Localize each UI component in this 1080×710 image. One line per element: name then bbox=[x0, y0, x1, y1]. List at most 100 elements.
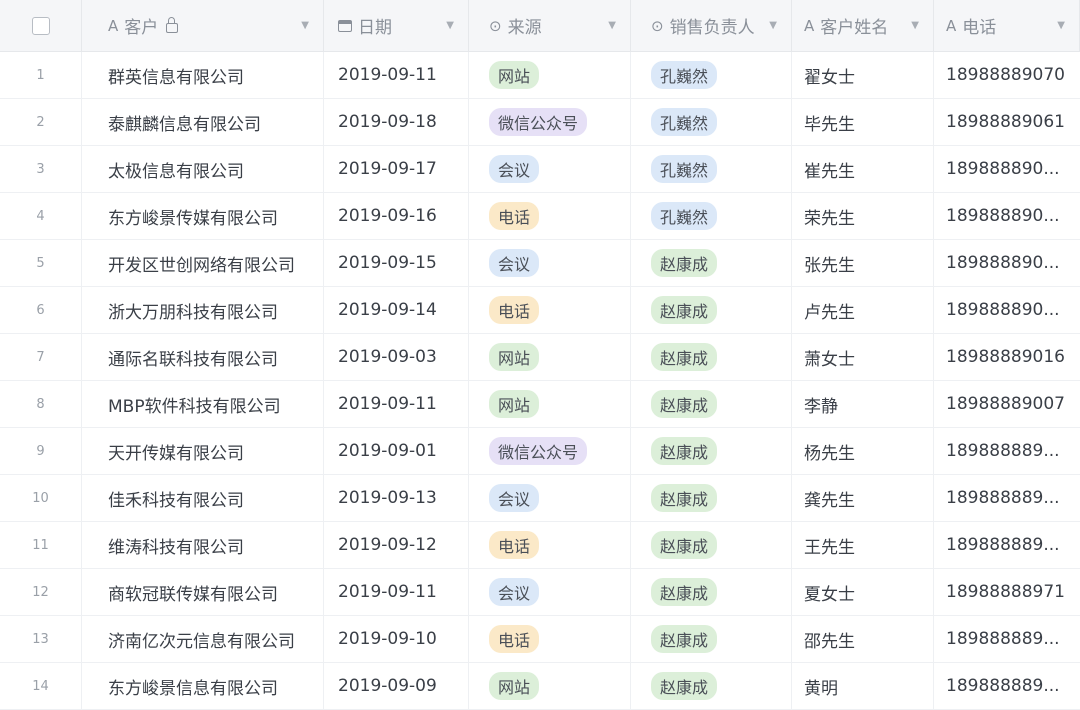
cell-phone[interactable]: 18988889061 bbox=[934, 99, 1080, 145]
cell-phone[interactable]: 189888890... bbox=[934, 193, 1080, 239]
cell-customer-name[interactable]: 邵先生 bbox=[792, 616, 934, 662]
cell-phone[interactable]: 18988888971 bbox=[934, 569, 1080, 615]
cell-customer[interactable]: 太极信息有限公司 bbox=[82, 146, 324, 192]
cell-customer-name[interactable]: 夏女士 bbox=[792, 569, 934, 615]
cell-source[interactable]: 微信公众号 bbox=[469, 99, 631, 145]
cell-customer[interactable]: 佳禾科技有限公司 bbox=[82, 475, 324, 521]
cell-customer-name[interactable]: 荣先生 bbox=[792, 193, 934, 239]
row-number[interactable]: 9 bbox=[0, 428, 82, 474]
column-header-customer[interactable]: A 客户 ▼ bbox=[82, 0, 324, 51]
cell-source[interactable]: 网站 bbox=[469, 381, 631, 427]
cell-date[interactable]: 2019-09-16 bbox=[324, 193, 469, 239]
cell-owner[interactable]: 赵康成 bbox=[631, 663, 792, 709]
chevron-down-icon[interactable]: ▼ bbox=[911, 20, 919, 31]
cell-customer-name[interactable]: 杨先生 bbox=[792, 428, 934, 474]
cell-source[interactable]: 会议 bbox=[469, 569, 631, 615]
cell-phone[interactable]: 189888890... bbox=[934, 146, 1080, 192]
cell-source[interactable]: 网站 bbox=[469, 334, 631, 380]
cell-customer-name[interactable]: 黄明 bbox=[792, 663, 934, 709]
cell-owner[interactable]: 赵康成 bbox=[631, 428, 792, 474]
cell-customer-name[interactable]: 萧女士 bbox=[792, 334, 934, 380]
column-header-date[interactable]: 日期 ▼ bbox=[324, 0, 469, 51]
cell-phone[interactable]: 189888889... bbox=[934, 475, 1080, 521]
cell-owner[interactable]: 赵康成 bbox=[631, 334, 792, 380]
cell-date[interactable]: 2019-09-12 bbox=[324, 522, 469, 568]
cell-owner[interactable]: 赵康成 bbox=[631, 240, 792, 286]
cell-customer-name[interactable]: 王先生 bbox=[792, 522, 934, 568]
cell-owner[interactable]: 赵康成 bbox=[631, 475, 792, 521]
row-number[interactable]: 5 bbox=[0, 240, 82, 286]
table-row[interactable]: 5 开发区世创网络有限公司 2019-09-15 会议 赵康成 张先生 1898… bbox=[0, 240, 1080, 287]
cell-customer[interactable]: 泰麒麟信息有限公司 bbox=[82, 99, 324, 145]
cell-date[interactable]: 2019-09-11 bbox=[324, 381, 469, 427]
cell-date[interactable]: 2019-09-14 bbox=[324, 287, 469, 333]
cell-customer[interactable]: 东方峻景传媒有限公司 bbox=[82, 193, 324, 239]
cell-phone[interactable]: 189888890... bbox=[934, 287, 1080, 333]
row-number[interactable]: 6 bbox=[0, 287, 82, 333]
cell-source[interactable]: 会议 bbox=[469, 146, 631, 192]
table-row[interactable]: 6 浙大万朋科技有限公司 2019-09-14 电话 赵康成 卢先生 18988… bbox=[0, 287, 1080, 334]
row-number[interactable]: 2 bbox=[0, 99, 82, 145]
cell-source[interactable]: 电话 bbox=[469, 522, 631, 568]
row-number[interactable]: 14 bbox=[0, 663, 82, 709]
table-row[interactable]: 13 济南亿次元信息有限公司 2019-09-10 电话 赵康成 邵先生 189… bbox=[0, 616, 1080, 663]
cell-customer-name[interactable]: 张先生 bbox=[792, 240, 934, 286]
cell-customer[interactable]: 维涛科技有限公司 bbox=[82, 522, 324, 568]
chevron-down-icon[interactable]: ▼ bbox=[301, 20, 309, 31]
cell-date[interactable]: 2019-09-11 bbox=[324, 52, 469, 98]
cell-date[interactable]: 2019-09-09 bbox=[324, 663, 469, 709]
cell-customer-name[interactable]: 翟女士 bbox=[792, 52, 934, 98]
cell-owner[interactable]: 孔巍然 bbox=[631, 52, 792, 98]
cell-phone[interactable]: 18988889007 bbox=[934, 381, 1080, 427]
cell-customer[interactable]: 通际名联科技有限公司 bbox=[82, 334, 324, 380]
cell-date[interactable]: 2019-09-01 bbox=[324, 428, 469, 474]
cell-source[interactable]: 网站 bbox=[469, 663, 631, 709]
cell-date[interactable]: 2019-09-18 bbox=[324, 99, 469, 145]
row-number[interactable]: 10 bbox=[0, 475, 82, 521]
table-row[interactable]: 14 东方峻景信息有限公司 2019-09-09 网站 赵康成 黄明 18988… bbox=[0, 663, 1080, 710]
row-number[interactable]: 7 bbox=[0, 334, 82, 380]
cell-phone[interactable]: 189888889... bbox=[934, 616, 1080, 662]
cell-customer-name[interactable]: 龚先生 bbox=[792, 475, 934, 521]
cell-customer[interactable]: 商软冠联传媒有限公司 bbox=[82, 569, 324, 615]
column-header-source[interactable]: ⊙ 来源 ▼ bbox=[469, 0, 631, 51]
cell-source[interactable]: 电话 bbox=[469, 616, 631, 662]
cell-customer[interactable]: 东方峻景信息有限公司 bbox=[82, 663, 324, 709]
cell-phone[interactable]: 189888889... bbox=[934, 522, 1080, 568]
cell-customer[interactable]: MBP软件科技有限公司 bbox=[82, 381, 324, 427]
cell-customer-name[interactable]: 崔先生 bbox=[792, 146, 934, 192]
row-number[interactable]: 4 bbox=[0, 193, 82, 239]
cell-source[interactable]: 会议 bbox=[469, 475, 631, 521]
cell-phone[interactable]: 189888889... bbox=[934, 663, 1080, 709]
cell-owner[interactable]: 赵康成 bbox=[631, 287, 792, 333]
chevron-down-icon[interactable]: ▼ bbox=[769, 20, 777, 31]
cell-owner[interactable]: 孔巍然 bbox=[631, 146, 792, 192]
table-row[interactable]: 4 东方峻景传媒有限公司 2019-09-16 电话 孔巍然 荣先生 18988… bbox=[0, 193, 1080, 240]
cell-phone[interactable]: 18988889016 bbox=[934, 334, 1080, 380]
row-number[interactable]: 11 bbox=[0, 522, 82, 568]
cell-date[interactable]: 2019-09-17 bbox=[324, 146, 469, 192]
table-row[interactable]: 1 群英信息有限公司 2019-09-11 网站 孔巍然 翟女士 1898888… bbox=[0, 52, 1080, 99]
table-row[interactable]: 11 维涛科技有限公司 2019-09-12 电话 赵康成 王先生 189888… bbox=[0, 522, 1080, 569]
cell-phone[interactable]: 189888890... bbox=[934, 240, 1080, 286]
cell-owner[interactable]: 赵康成 bbox=[631, 381, 792, 427]
cell-customer[interactable]: 浙大万朋科技有限公司 bbox=[82, 287, 324, 333]
row-number[interactable]: 3 bbox=[0, 146, 82, 192]
column-header-phone[interactable]: A 电话 ▼ bbox=[934, 0, 1080, 51]
row-number[interactable]: 12 bbox=[0, 569, 82, 615]
table-row[interactable]: 10 佳禾科技有限公司 2019-09-13 会议 赵康成 龚先生 189888… bbox=[0, 475, 1080, 522]
chevron-down-icon[interactable]: ▼ bbox=[608, 20, 616, 31]
cell-owner[interactable]: 孔巍然 bbox=[631, 99, 792, 145]
table-row[interactable]: 7 通际名联科技有限公司 2019-09-03 网站 赵康成 萧女士 18988… bbox=[0, 334, 1080, 381]
cell-date[interactable]: 2019-09-10 bbox=[324, 616, 469, 662]
table-row[interactable]: 3 太极信息有限公司 2019-09-17 会议 孔巍然 崔先生 1898888… bbox=[0, 146, 1080, 193]
row-number[interactable]: 13 bbox=[0, 616, 82, 662]
column-header-owner[interactable]: ⊙ 销售负责人 ▼ bbox=[631, 0, 792, 51]
select-all-checkbox[interactable] bbox=[31, 16, 50, 35]
cell-source[interactable]: 微信公众号 bbox=[469, 428, 631, 474]
cell-phone[interactable]: 189888889... bbox=[934, 428, 1080, 474]
cell-customer-name[interactable]: 李静 bbox=[792, 381, 934, 427]
select-all-cell[interactable] bbox=[0, 0, 82, 51]
cell-customer-name[interactable]: 卢先生 bbox=[792, 287, 934, 333]
cell-owner[interactable]: 赵康成 bbox=[631, 616, 792, 662]
